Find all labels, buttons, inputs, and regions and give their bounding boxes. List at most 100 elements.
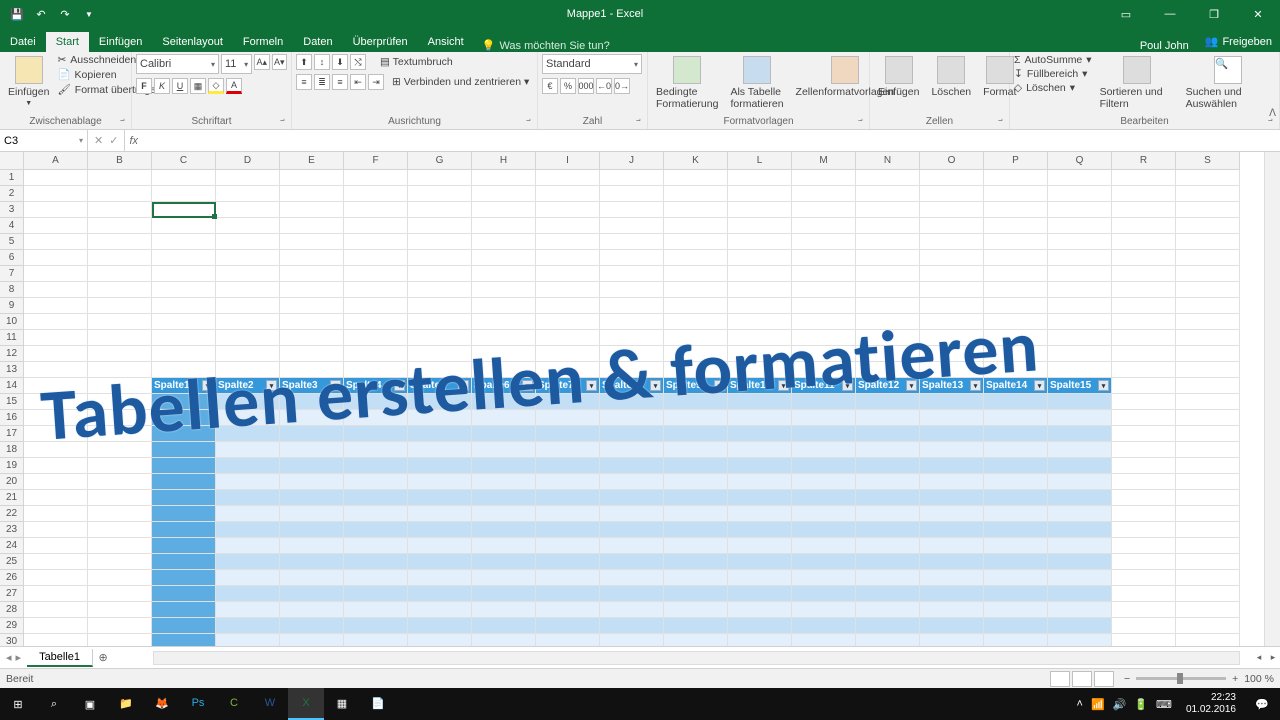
cell[interactable]	[24, 634, 88, 646]
cell[interactable]	[216, 186, 280, 202]
cell[interactable]	[24, 266, 88, 282]
table-body-cell[interactable]	[792, 426, 856, 442]
table-body-cell[interactable]	[216, 538, 280, 554]
table-body-cell[interactable]	[408, 554, 472, 570]
cell[interactable]	[152, 282, 216, 298]
table-body-cell[interactable]	[984, 634, 1048, 646]
cell[interactable]	[1112, 426, 1176, 442]
cell[interactable]	[1176, 234, 1240, 250]
cell[interactable]	[664, 234, 728, 250]
cell[interactable]	[408, 298, 472, 314]
table-body-cell[interactable]	[344, 442, 408, 458]
cell[interactable]	[1048, 202, 1112, 218]
tab-view[interactable]: Ansicht	[418, 32, 474, 52]
table-body-cell[interactable]	[536, 506, 600, 522]
table-body-cell[interactable]	[984, 474, 1048, 490]
cell[interactable]	[152, 330, 216, 346]
table-body-cell[interactable]	[792, 586, 856, 602]
row-header[interactable]: 29	[0, 618, 24, 634]
cell[interactable]	[152, 186, 216, 202]
excel-icon[interactable]: X	[288, 688, 324, 720]
table-body-cell[interactable]	[216, 634, 280, 646]
cell[interactable]	[1048, 330, 1112, 346]
table-body-cell[interactable]	[344, 490, 408, 506]
table-body-cell[interactable]	[280, 458, 344, 474]
column-header[interactable]: R	[1112, 152, 1176, 170]
table-body-cell[interactable]	[536, 458, 600, 474]
hscroll-right-icon[interactable]: ▸	[1266, 652, 1280, 663]
cell[interactable]	[24, 458, 88, 474]
table-body-cell[interactable]	[984, 602, 1048, 618]
table-body-cell[interactable]	[536, 426, 600, 442]
table-body-cell[interactable]	[408, 458, 472, 474]
fill-button[interactable]: ↧ Füllbereich ▾	[1014, 68, 1092, 80]
row-header[interactable]: 21	[0, 490, 24, 506]
tab-insert[interactable]: Einfügen	[89, 32, 152, 52]
cell[interactable]	[216, 282, 280, 298]
cell[interactable]	[472, 186, 536, 202]
table-body-cell[interactable]	[728, 474, 792, 490]
cell[interactable]	[216, 266, 280, 282]
table-body-cell[interactable]	[792, 506, 856, 522]
table-body-cell[interactable]	[152, 554, 216, 570]
table-body-cell[interactable]	[1048, 586, 1112, 602]
table-body-cell[interactable]	[152, 634, 216, 646]
row-header[interactable]: 28	[0, 602, 24, 618]
table-body-cell[interactable]	[920, 426, 984, 442]
table-body-cell[interactable]	[1048, 618, 1112, 634]
filter-dropdown-icon[interactable]: ▾	[1098, 380, 1109, 391]
table-body-cell[interactable]	[280, 634, 344, 646]
table-body-cell[interactable]	[472, 522, 536, 538]
column-header[interactable]: P	[984, 152, 1048, 170]
table-header-cell[interactable]: Spalte15▾	[1048, 378, 1112, 394]
find-select-button[interactable]: 🔍Suchen und Auswählen	[1182, 54, 1275, 112]
insert-cells-button[interactable]: Einfügen	[874, 54, 923, 100]
cell[interactable]	[472, 266, 536, 282]
battery-icon[interactable]: 🔋	[1134, 698, 1148, 711]
table-body-cell[interactable]	[344, 522, 408, 538]
table-body-cell[interactable]	[920, 586, 984, 602]
cell[interactable]	[344, 282, 408, 298]
cell[interactable]	[216, 170, 280, 186]
table-body-cell[interactable]	[280, 506, 344, 522]
table-body-cell[interactable]	[472, 618, 536, 634]
row-header[interactable]: 4	[0, 218, 24, 234]
row-header[interactable]: 2	[0, 186, 24, 202]
column-header[interactable]: F	[344, 152, 408, 170]
table-body-cell[interactable]	[472, 458, 536, 474]
table-body-cell[interactable]	[600, 618, 664, 634]
row-header[interactable]: 11	[0, 330, 24, 346]
cell[interactable]	[1176, 330, 1240, 346]
cell[interactable]	[472, 298, 536, 314]
cell[interactable]	[1112, 490, 1176, 506]
action-center-icon[interactable]: 💬	[1244, 688, 1280, 720]
formula-input[interactable]	[142, 130, 1280, 151]
row-header[interactable]: 20	[0, 474, 24, 490]
table-body-cell[interactable]	[408, 522, 472, 538]
increase-indent-icon[interactable]: ⇥	[368, 74, 384, 90]
cell[interactable]	[664, 202, 728, 218]
tray-chevron-icon[interactable]: ˄	[1077, 698, 1083, 710]
cell[interactable]	[536, 202, 600, 218]
table-body-cell[interactable]	[728, 570, 792, 586]
row-header[interactable]: 26	[0, 570, 24, 586]
table-body-cell[interactable]	[216, 522, 280, 538]
table-body-cell[interactable]	[344, 586, 408, 602]
zoom-in-icon[interactable]: +	[1232, 673, 1238, 685]
row-header[interactable]: 27	[0, 586, 24, 602]
cell[interactable]	[664, 186, 728, 202]
table-body-cell[interactable]	[792, 538, 856, 554]
table-body-cell[interactable]	[472, 634, 536, 646]
cell[interactable]	[152, 218, 216, 234]
cell[interactable]	[1048, 314, 1112, 330]
cell[interactable]	[88, 586, 152, 602]
table-body-cell[interactable]	[1048, 634, 1112, 646]
cell[interactable]	[600, 170, 664, 186]
table-body-cell[interactable]	[728, 618, 792, 634]
start-icon[interactable]: ⊞	[0, 688, 36, 720]
cell[interactable]	[280, 282, 344, 298]
cell[interactable]	[856, 282, 920, 298]
row-header[interactable]: 6	[0, 250, 24, 266]
table-body-cell[interactable]	[984, 410, 1048, 426]
redo-icon[interactable]: ↷	[56, 5, 74, 23]
